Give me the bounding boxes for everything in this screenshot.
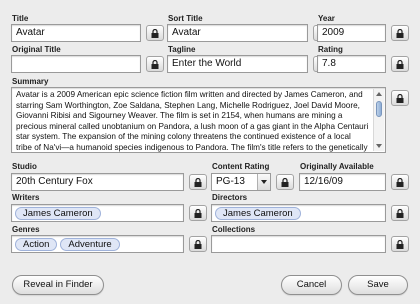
lock-icon — [281, 177, 289, 187]
lock-icon — [396, 59, 404, 69]
lock-icon — [396, 28, 404, 38]
lock-icon — [194, 177, 202, 187]
lock-icon — [151, 59, 159, 69]
writers-lock-button[interactable] — [189, 205, 207, 221]
rating-field[interactable]: 7.8 — [317, 55, 386, 73]
lock-icon — [396, 208, 404, 218]
rating-lock-button[interactable] — [391, 56, 409, 72]
scroll-up-arrow-icon[interactable] — [376, 92, 382, 96]
collections-lock-button[interactable] — [391, 236, 409, 252]
content-rating-label: Content Rating — [212, 162, 270, 171]
summary-label: Summary — [12, 77, 49, 86]
genres-token-field[interactable]: Action Adventure — [11, 235, 184, 253]
scroll-thumb[interactable] — [376, 101, 382, 117]
summary-textarea[interactable]: Avatar is a 2009 American epic science f… — [11, 87, 386, 153]
directors-lock-button[interactable] — [391, 205, 409, 221]
sort-title-label: Sort Title — [168, 14, 203, 23]
title-lock-button[interactable] — [146, 25, 164, 41]
title-field[interactable]: Avatar — [11, 24, 141, 42]
director-token[interactable]: James Cameron — [215, 206, 301, 220]
lock-icon — [396, 93, 404, 103]
genre-token[interactable]: Action — [15, 237, 58, 251]
summary-text: Avatar is a 2009 American epic science f… — [16, 90, 369, 152]
cancel-button[interactable]: Cancel — [281, 275, 342, 295]
studio-label: Studio — [12, 162, 37, 171]
lock-icon — [194, 208, 202, 218]
dropdown-arrow-icon — [257, 174, 270, 190]
content-rating-lock-button[interactable] — [276, 174, 294, 190]
collections-token-field[interactable] — [211, 235, 386, 253]
summary-lock-button[interactable] — [391, 90, 409, 106]
sort-title-field[interactable]: Avatar — [167, 24, 308, 42]
scroll-down-arrow-icon[interactable] — [376, 144, 382, 148]
writer-token[interactable]: James Cameron — [15, 206, 101, 220]
original-title-label: Original Title — [12, 45, 61, 54]
lock-icon — [396, 239, 404, 249]
studio-lock-button[interactable] — [189, 174, 207, 190]
original-title-field[interactable] — [11, 55, 141, 73]
tagline-label: Tagline — [168, 45, 196, 54]
summary-scrollbar[interactable] — [373, 89, 384, 151]
original-title-lock-button[interactable] — [146, 56, 164, 72]
lock-icon — [151, 28, 159, 38]
save-button[interactable]: Save — [348, 275, 408, 295]
rating-label: Rating — [318, 45, 343, 54]
content-rating-value: PG-13 — [216, 176, 245, 187]
directors-label: Directors — [212, 193, 248, 202]
writers-token-field[interactable]: James Cameron — [11, 204, 184, 222]
writers-label: Writers — [12, 193, 40, 202]
genres-lock-button[interactable] — [189, 236, 207, 252]
lock-icon — [194, 239, 202, 249]
directors-token-field[interactable]: James Cameron — [211, 204, 386, 222]
year-label: Year — [318, 14, 335, 23]
originally-available-field[interactable]: 12/16/09 — [299, 173, 386, 191]
genres-label: Genres — [12, 225, 40, 234]
year-lock-button[interactable] — [391, 25, 409, 41]
year-field[interactable]: 2009 — [317, 24, 386, 42]
studio-field[interactable]: 20th Century Fox — [11, 173, 184, 191]
reveal-in-finder-button[interactable]: Reveal in Finder — [12, 275, 104, 295]
collections-label: Collections — [212, 225, 256, 234]
lock-icon — [396, 177, 404, 187]
originally-available-label: Originally Available — [300, 162, 374, 171]
originally-available-lock-button[interactable] — [391, 174, 409, 190]
genre-token[interactable]: Adventure — [60, 237, 120, 251]
tagline-field[interactable]: Enter the World — [167, 55, 308, 73]
title-label: Title — [12, 14, 29, 23]
content-rating-select[interactable]: PG-13 — [211, 173, 271, 191]
